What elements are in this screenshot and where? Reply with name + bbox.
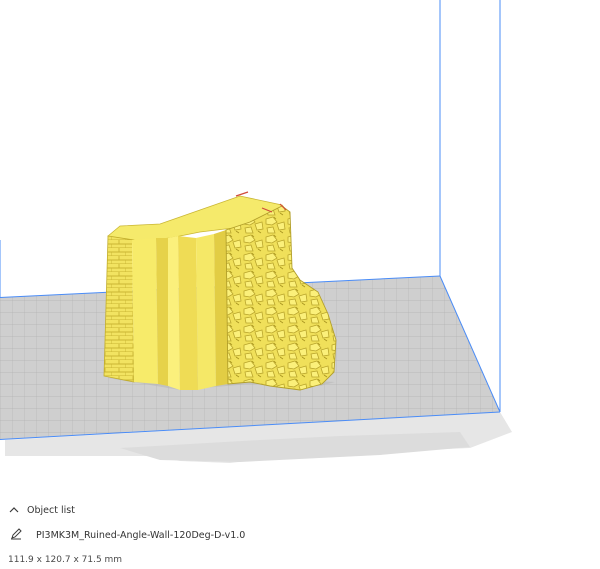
chevron-up-icon[interactable] — [9, 505, 19, 516]
pencil-icon[interactable] — [10, 528, 22, 542]
model-name[interactable]: PI3MK3M_Ruined-Angle-Wall-120Deg-D-v1.0 — [36, 530, 245, 541]
3d-viewport[interactable] — [0, 0, 600, 500]
ruined-wall-model — [103, 191, 337, 391]
object-list-header[interactable]: Object list — [9, 505, 75, 516]
model-dimensions: 111.9 x 120.7 x 71.5 mm — [8, 555, 123, 565]
object-list-label: Object list — [27, 505, 75, 516]
object-list-panel: Object list PI3MK3M_Ruined-Angle-Wall-12… — [0, 500, 600, 569]
build-volume-scene — [0, 0, 512, 463]
object-list-item[interactable]: PI3MK3M_Ruined-Angle-Wall-120Deg-D-v1.0 — [10, 528, 245, 542]
